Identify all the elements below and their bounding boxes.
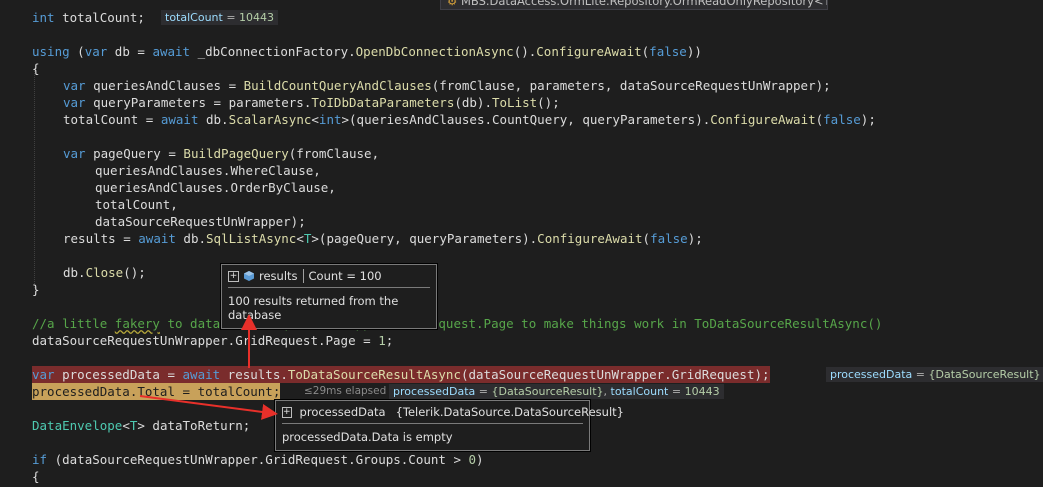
- code-editor[interactable]: ⚙ MBS.DataAccess.OrmLite.Repository.OrmR…: [0, 0, 1043, 487]
- arrow-to-processed-tooltip: [139, 395, 278, 420]
- annotation-arrows: [139, 314, 278, 420]
